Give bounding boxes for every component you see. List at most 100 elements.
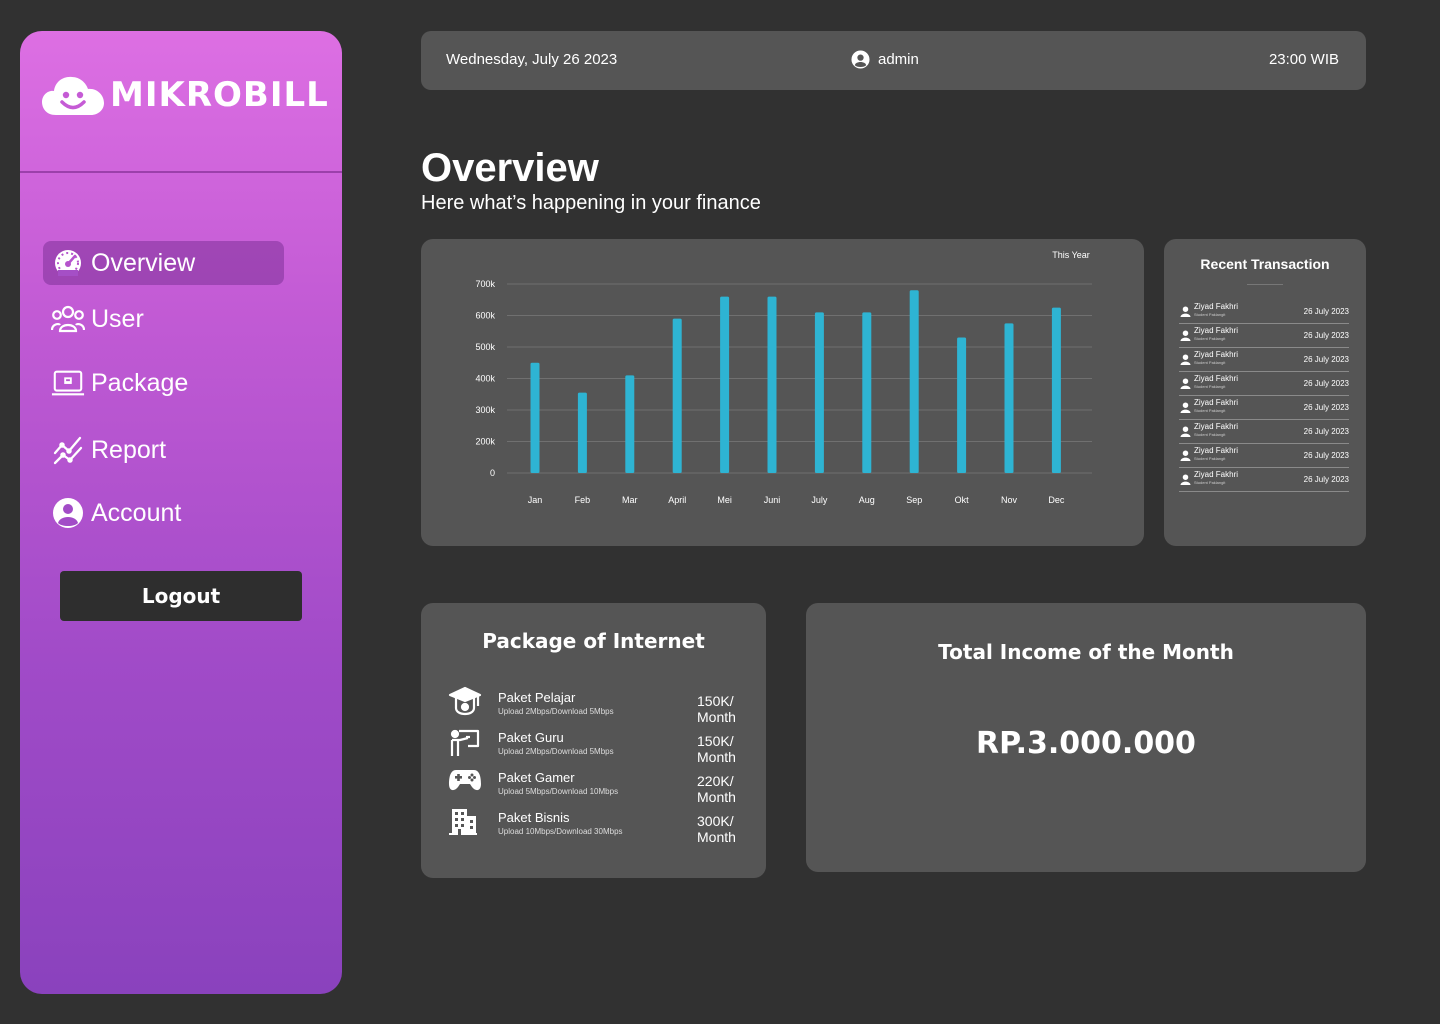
transaction-name: Ziyad Fakhri xyxy=(1194,470,1239,479)
sidebar: MIKROBILL Overview User Package Report A… xyxy=(20,31,342,994)
transaction-subtitle: Student Paklangit xyxy=(1194,456,1226,461)
recent-transactions-card: Recent Transaction Ziyad Fakhri Student P… xyxy=(1164,239,1366,546)
user-icon xyxy=(1180,474,1191,485)
package-item-pelajar[interactable]: Paket Pelajar Upload 2Mbps/Download 5Mbp… xyxy=(448,686,748,726)
logout-button[interactable]: Logout xyxy=(60,571,302,621)
package-item-guru[interactable]: Paket Guru Upload 2Mbps/Download 5Mbps 1… xyxy=(448,726,748,766)
bar-chart: This Year 0 200k 300k 400k 500k 600k 700k Jan F… xyxy=(475,250,1092,505)
package-price: 220K/ Month xyxy=(697,773,736,805)
current-time: 23:00 WIB xyxy=(1268,51,1339,68)
package-description: Upload 2Mbps/Download 5Mbps xyxy=(498,747,614,756)
chart-bar[interactable] xyxy=(1051,307,1061,473)
sidebar-item-label: Account xyxy=(91,498,182,527)
transaction-subtitle: Student Paklangit xyxy=(1194,360,1226,365)
package-item-bisnis[interactable]: Paket Bisnis Upload 10Mbps/Download 30Mb… xyxy=(448,806,748,846)
sidebar-item-report[interactable]: Report xyxy=(43,428,284,472)
package-price-period: Month xyxy=(697,709,736,725)
chart-bar[interactable] xyxy=(720,296,730,473)
package-name: Paket Pelajar xyxy=(498,690,576,705)
y-tick-label: 300k xyxy=(475,405,495,415)
transaction-row[interactable]: Ziyad Fakhri Student Paklangit 26 July 202… xyxy=(1179,443,1349,468)
top-bar: Wednesday, July 26 2023 admin 23:00 WIB xyxy=(421,31,1366,90)
package-price-amount: 150K/ xyxy=(697,733,734,749)
sidebar-item-label: User xyxy=(91,304,144,333)
transaction-row[interactable]: Ziyad Fakhri Student Paklangit 26 July 202… xyxy=(1179,467,1349,492)
x-tick-label: Mei xyxy=(717,495,732,505)
chart-bar[interactable] xyxy=(957,337,967,473)
user-menu[interactable]: admin xyxy=(851,50,919,69)
package-name: Paket Guru xyxy=(498,730,564,745)
package-price: 300K/ Month xyxy=(697,813,736,845)
chart-period-label[interactable]: This Year xyxy=(1052,250,1090,260)
username: admin xyxy=(878,51,919,68)
user-icon xyxy=(1180,354,1191,365)
x-tick-label: Okt xyxy=(955,495,970,505)
package-description: Upload 2Mbps/Download 5Mbps xyxy=(498,707,614,716)
y-tick-label: 400k xyxy=(475,374,495,384)
transaction-row[interactable]: Ziyad Fakhri Student Paklangit 26 July 202… xyxy=(1179,323,1349,348)
sidebar-item-overview[interactable]: Overview xyxy=(43,241,284,285)
transaction-name: Ziyad Fakhri xyxy=(1194,302,1239,311)
chart-line-icon xyxy=(51,433,85,467)
chart-bar[interactable] xyxy=(814,312,824,473)
transaction-date: 26 July 2023 xyxy=(1303,427,1349,436)
income-value: RP.3.000.000 xyxy=(976,726,1196,761)
user-icon xyxy=(1180,402,1191,413)
package-price-amount: 220K/ xyxy=(697,773,734,789)
transaction-name: Ziyad Fakhri xyxy=(1194,422,1239,431)
x-tick-label: Dec xyxy=(1048,495,1065,505)
transaction-row[interactable]: Ziyad Fakhri Student Paklangit 26 July 202… xyxy=(1179,299,1349,324)
chart-bar[interactable] xyxy=(862,312,872,473)
cloud-smile-icon xyxy=(42,76,104,115)
x-tick-label: Aug xyxy=(859,495,875,505)
user-icon xyxy=(1180,426,1191,437)
y-tick-label: 600k xyxy=(475,311,495,321)
chart-bar[interactable] xyxy=(530,362,540,473)
package-description: Upload 5Mbps/Download 10Mbps xyxy=(498,787,619,796)
chart-bar[interactable] xyxy=(1004,323,1014,473)
chart-bar[interactable] xyxy=(577,392,587,473)
transaction-row[interactable]: Ziyad Fakhri Student Paklangit 26 July 202… xyxy=(1179,395,1349,420)
income-card: Total Income of the Month RP.3.000.000 xyxy=(806,603,1366,872)
package-price-amount: 150K/ xyxy=(697,693,734,709)
x-tick-label: Nov xyxy=(1001,495,1018,505)
chart-bar[interactable] xyxy=(767,296,777,473)
sidebar-item-package[interactable]: Package xyxy=(43,361,284,405)
sidebar-item-label: Package xyxy=(91,368,189,397)
page-subtitle: Here what’s happening in your finance xyxy=(421,192,761,214)
transaction-date: 26 July 2023 xyxy=(1303,403,1349,412)
package-item-gamer[interactable]: Paket Gamer Upload 5Mbps/Download 10Mbps… xyxy=(448,766,748,806)
x-tick-label: Feb xyxy=(575,495,591,505)
transaction-date: 26 July 2023 xyxy=(1303,307,1349,316)
chart-bar[interactable] xyxy=(672,318,682,473)
brand-logo[interactable]: MIKROBILL xyxy=(42,73,329,117)
transaction-date: 26 July 2023 xyxy=(1303,451,1349,460)
transaction-name: Ziyad Fakhri xyxy=(1194,350,1239,359)
package-title: Package of Internet xyxy=(482,629,705,653)
graduation-cap-icon xyxy=(448,686,482,720)
transaction-subtitle: Student Paklangit xyxy=(1194,408,1226,413)
chart-bar[interactable] xyxy=(909,290,919,473)
user-icon xyxy=(1180,330,1191,341)
package-price: 150K/ Month xyxy=(697,733,736,765)
transaction-row[interactable]: Ziyad Fakhri Student Paklangit 26 July 202… xyxy=(1179,347,1349,372)
package-price-period: Month xyxy=(697,789,736,805)
package-price-amount: 300K/ xyxy=(697,813,734,829)
account-icon xyxy=(51,496,85,530)
package-description: Upload 10Mbps/Download 30Mbps xyxy=(498,827,623,836)
transaction-date: 26 July 2023 xyxy=(1303,331,1349,340)
building-icon xyxy=(448,806,482,840)
transaction-name: Ziyad Fakhri xyxy=(1194,374,1239,383)
transaction-subtitle: Student Paklangit xyxy=(1194,336,1226,341)
x-tick-label: July xyxy=(811,495,828,505)
sidebar-item-user[interactable]: User xyxy=(43,297,284,341)
chart-bar[interactable] xyxy=(625,375,635,473)
income-title: Total Income of the Month xyxy=(938,640,1234,664)
x-tick-label: Mar xyxy=(622,495,638,505)
transaction-subtitle: Student Paklangit xyxy=(1194,480,1226,485)
transaction-row[interactable]: Ziyad Fakhri Student Paklangit 26 July 202… xyxy=(1179,371,1349,396)
package-name: Paket Gamer xyxy=(498,770,575,785)
transaction-row[interactable]: Ziyad Fakhri Student Paklangit 26 July 202… xyxy=(1179,419,1349,444)
package-icon xyxy=(51,366,85,400)
sidebar-item-account[interactable]: Account xyxy=(43,491,284,535)
